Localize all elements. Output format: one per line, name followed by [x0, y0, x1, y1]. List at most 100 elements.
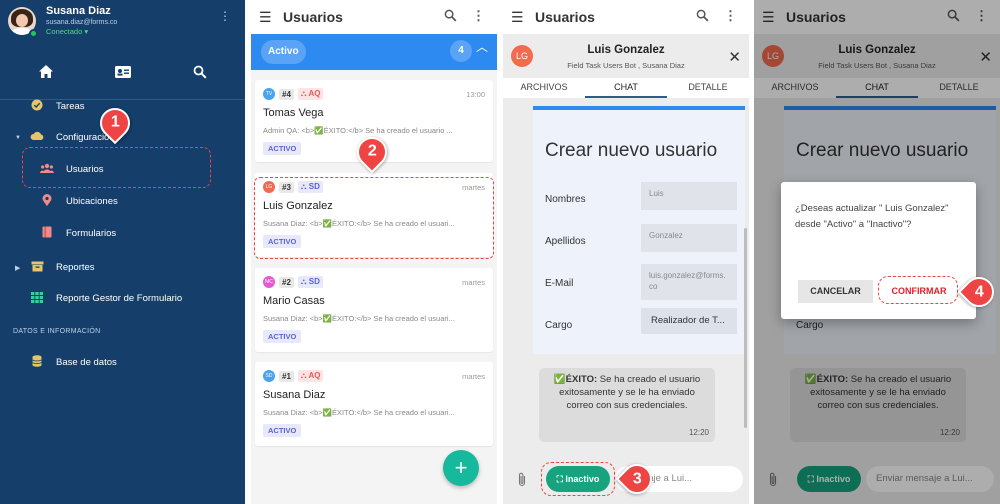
online-status-dot [29, 29, 38, 38]
step-marker-label: 2 [367, 143, 377, 160]
hamburger-menu-icon[interactable]: ☰ [259, 9, 281, 26]
section-label: DATOS E INFORMACIÓN [13, 328, 101, 335]
team-badge: ⛬ SD [297, 276, 323, 288]
contact-name: Mario Casas [263, 295, 325, 307]
cargo-select[interactable]: Realizador de T... [641, 308, 737, 334]
sidebar-item-label: Base de datos [56, 357, 117, 368]
ticket-number: #4 [279, 88, 294, 100]
apellidos-field[interactable]: Gonzalez [641, 224, 737, 252]
field-label: Apellidos [545, 236, 586, 247]
add-conversation-button[interactable]: + [443, 450, 479, 486]
step-marker-label: 1 [110, 114, 120, 131]
chevron-up-icon[interactable]: ︿ [476, 38, 488, 55]
step-marker-label: 4 [974, 283, 984, 300]
form-title: Crear nuevo usuario [545, 140, 718, 161]
ticket-number: #1 [279, 370, 294, 382]
search-icon[interactable] [696, 9, 709, 25]
chat-body: Crear nuevo usuario Nombres Luis Apellid… [503, 98, 749, 458]
archive-icon [30, 261, 44, 275]
more-options-icon[interactable]: ⋮ [472, 8, 485, 24]
sidebar-item-base-de-datos[interactable]: Base de datos [0, 354, 245, 371]
conversation-card-mario[interactable]: MC #2 ⛬ SD martes Mario Casas Susana Dia… [255, 268, 493, 352]
more-options-icon[interactable]: ⋮ [724, 8, 737, 24]
sidebar-item-label: Tareas [56, 101, 85, 112]
nombres-field[interactable]: Luis [641, 182, 737, 210]
sidebar: Susana Diaz susana.diaz@forms.co Conecta… [0, 0, 245, 504]
user-status-label: Conectado [46, 27, 83, 37]
highlight-inactivo [541, 462, 615, 496]
tab-detalle[interactable]: DETALLE [667, 78, 749, 98]
ticket-number: #2 [279, 276, 294, 288]
more-options-icon[interactable]: ⋮ [219, 10, 231, 22]
highlight-usuarios [22, 147, 211, 188]
sidebar-item-formularios[interactable]: Formularios [0, 225, 245, 242]
contact-name: Luis Gonzalez [587, 44, 665, 56]
active-group-label: Activo [261, 40, 306, 64]
home-icon[interactable] [38, 64, 54, 83]
user-email: susana.diaz@forms.co [46, 19, 118, 27]
status-badge: ACTIVO [263, 330, 302, 343]
caret-down-icon: ▾ [84, 27, 89, 37]
active-count-badge: 4 [450, 40, 472, 62]
user-status-dropdown[interactable]: Conectado ▾ [46, 28, 117, 36]
message-time: 12:20 [688, 428, 709, 437]
app-header: ☰ Usuarios ⋮ [251, 0, 497, 34]
team-badge-label: SD [308, 277, 320, 286]
chat-panel: ☰ Usuarios ⋮ LG Luis Gonzalez Field Task… [503, 0, 749, 504]
timestamp: martes [462, 277, 485, 287]
contact-name: Susana Diaz [263, 389, 326, 401]
check-circle-icon [30, 99, 44, 114]
id-card-icon[interactable] [114, 65, 132, 83]
sidebar-item-ubicaciones[interactable]: Ubicaciones [0, 193, 245, 210]
chat-tabs: ARCHIVOS CHAT DETALLE [503, 78, 749, 98]
tab-archivos[interactable]: ARCHIVOS [503, 78, 585, 98]
book-icon [40, 226, 54, 241]
conversation-card-susana[interactable]: SD #1 ⛬ AQ martes Susana Diaz Susana Dia… [255, 362, 493, 446]
team-badge: ⛬ AQ [297, 370, 324, 382]
avatar: MC [263, 276, 275, 288]
sidebar-item-reportes[interactable]: ▶ Reportes [0, 259, 245, 276]
avatar: SD [263, 370, 275, 382]
sidebar-item-reporte-gestor[interactable]: Reporte Gestor de Formulario [0, 290, 245, 307]
close-icon[interactable]: ✕ [728, 48, 741, 66]
page-title: Usuarios [535, 9, 595, 25]
contact-name: Tomas Vega [263, 107, 324, 119]
paperclip-icon[interactable] [517, 472, 527, 490]
success-label: ✅ÉXITO: [553, 374, 598, 385]
timestamp: martes [462, 371, 485, 381]
user-header: Susana Diaz susana.diaz@forms.co Conecta… [0, 0, 245, 42]
success-message-bubble: ✅ÉXITO: Se ha creado el usuario exitosam… [539, 368, 715, 442]
search-icon[interactable] [444, 9, 457, 25]
step-marker-label: 3 [632, 470, 642, 487]
sidebar-item-label: Formularios [66, 228, 117, 239]
user-name: Susana Diaz [46, 5, 111, 18]
field-label: E-Mail [545, 278, 574, 289]
grid-icon [30, 291, 44, 306]
create-user-form: Crear nuevo usuario Nombres Luis Apellid… [533, 106, 745, 354]
map-pin-icon [40, 194, 54, 209]
message-preview: Susana Diaz: <b>✅ÉXITO:</b> Se ha creado… [263, 408, 455, 417]
sidebar-icon-bar [0, 48, 245, 100]
email-field[interactable]: luis.gonzalez@forms.co [641, 264, 737, 300]
cancel-button[interactable]: CANCELAR [798, 280, 873, 303]
timestamp: 13:00 [466, 89, 485, 99]
message-preview: Susana Diaz: <b>✅ÉXITO:</b> Se ha creado… [263, 314, 455, 323]
active-group-header[interactable]: Activo 4 ︿ [251, 34, 497, 70]
status-badge: ACTIVO [263, 142, 302, 155]
search-icon[interactable] [193, 65, 207, 83]
contact-subtitle: Field Task Users Bot , Susana Diaz [567, 61, 685, 70]
team-badge-label: AQ [308, 371, 321, 380]
hamburger-menu-icon[interactable]: ☰ [511, 9, 533, 26]
scrollbar[interactable] [744, 228, 747, 428]
confirm-panel: ☰ Usuarios ⋮ LG Luis Gonzalez Field Task… [754, 0, 1000, 504]
dialog-message: ¿Deseas actualizar " Luis Gonzalez" desd… [795, 203, 949, 230]
team-badge: ⛬ AQ [297, 88, 324, 100]
sidebar-item-label: Ubicaciones [66, 196, 118, 207]
avatar: TV [263, 88, 275, 100]
app-header: ☰ Usuarios ⋮ [503, 0, 749, 34]
caret-down-icon: ▼ [15, 134, 21, 141]
tab-chat[interactable]: CHAT [585, 78, 667, 98]
sidebar-item-label: Reportes [56, 262, 95, 273]
status-badge: ACTIVO [263, 424, 302, 437]
message-preview: Admin QA: <b>✅ÉXITO:</b> Se ha creado el… [263, 126, 453, 135]
